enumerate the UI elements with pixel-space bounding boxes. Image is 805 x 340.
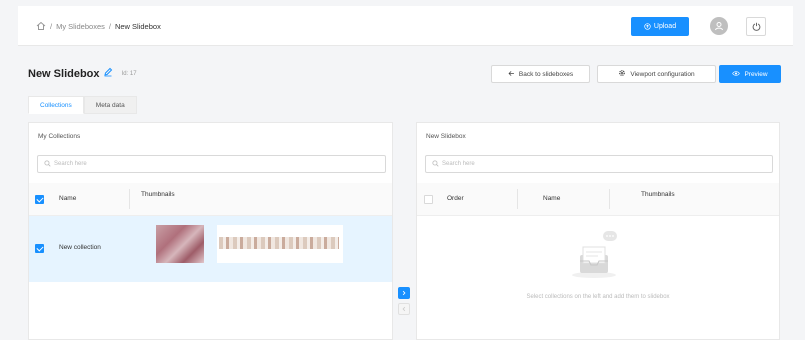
tab-meta-data[interactable]: Meta data xyxy=(83,96,137,114)
user-icon xyxy=(715,22,723,31)
slidebox-title: New Slidebox xyxy=(28,67,100,80)
top-header: / My Slideboxes / New Slidebox Upload xyxy=(18,6,793,46)
column-thumbnails: Thumbnails xyxy=(141,191,175,198)
select-all-checkbox[interactable] xyxy=(424,195,433,204)
breadcrumb-current: New Slidebox xyxy=(114,21,161,31)
slidebox-id: Id: 17 xyxy=(121,70,137,77)
table-row[interactable]: New collection xyxy=(29,216,392,282)
column-divider xyxy=(609,189,610,209)
empty-state-text: Select collections on the left and add t… xyxy=(526,294,670,300)
app-frame: / My Slideboxes / New Slidebox Upload Ne… xyxy=(0,0,805,340)
search-placeholder: Search here xyxy=(54,161,87,167)
upload-icon xyxy=(644,23,651,30)
breadcrumb-separator: / xyxy=(50,21,53,31)
page-title: New Slidebox Id: 17 xyxy=(28,67,137,80)
select-all-checkbox[interactable] xyxy=(35,195,44,204)
search-input[interactable]: Search here xyxy=(425,155,773,173)
viewport-label: Viewport configuration xyxy=(630,70,695,78)
remove-from-slidebox-button[interactable] xyxy=(398,303,410,315)
back-to-slideboxes-button[interactable]: Back to slideboxes xyxy=(491,65,590,83)
new-slidebox-panel: New Slidebox Search here Order Name Thum… xyxy=(416,122,780,340)
tab-collections[interactable]: Collections xyxy=(28,96,84,114)
arrow-left-icon xyxy=(508,70,515,79)
edit-icon[interactable] xyxy=(103,67,113,80)
search-input[interactable]: Search here xyxy=(37,155,386,173)
search-icon xyxy=(44,159,51,169)
search-icon xyxy=(432,159,439,169)
column-thumbnails: Thumbnails xyxy=(641,191,675,198)
column-name: Name xyxy=(543,195,561,202)
logout-button[interactable] xyxy=(746,17,766,36)
gear-icon xyxy=(618,69,626,79)
home-icon[interactable] xyxy=(36,21,46,31)
column-divider xyxy=(129,189,130,209)
column-name: Name xyxy=(59,195,77,202)
breadcrumb-my-slideboxes[interactable]: My Slideboxes xyxy=(56,22,105,31)
table-header: Name Thumbnails xyxy=(29,183,392,216)
chevron-right-icon xyxy=(402,290,406,296)
my-collections-panel: My Collections Search here Name Thumbnai… xyxy=(28,122,393,340)
breadcrumb-separator: / xyxy=(108,21,111,31)
row-checkbox[interactable] xyxy=(35,244,44,253)
avatar[interactable] xyxy=(710,17,728,35)
search-placeholder: Search here xyxy=(442,161,475,167)
slide-thumbnail xyxy=(156,225,204,263)
preview-label: Preview xyxy=(744,70,768,78)
chevron-left-icon xyxy=(402,306,406,312)
collection-name: New collection xyxy=(59,244,101,251)
empty-inbox-icon xyxy=(567,225,623,281)
slide-thumbnail xyxy=(217,225,343,263)
table-header: Order Name Thumbnails xyxy=(417,183,779,216)
column-order: Order xyxy=(447,195,464,202)
eye-icon xyxy=(732,70,741,79)
column-divider xyxy=(517,189,518,209)
add-to-slidebox-button[interactable] xyxy=(398,287,410,299)
breadcrumb: / My Slideboxes / New Slidebox xyxy=(36,21,161,31)
upload-label: Upload xyxy=(653,23,677,30)
panel-title: New Slidebox xyxy=(426,133,466,140)
back-label: Back to slideboxes xyxy=(518,70,574,78)
viewport-configuration-button[interactable]: Viewport configuration xyxy=(597,65,716,83)
logout-icon xyxy=(752,22,760,31)
panel-title: My Collections xyxy=(38,133,81,140)
preview-button[interactable]: Preview xyxy=(719,65,781,83)
tabs: Collections Meta data xyxy=(28,96,137,114)
upload-button[interactable]: Upload xyxy=(631,17,689,36)
